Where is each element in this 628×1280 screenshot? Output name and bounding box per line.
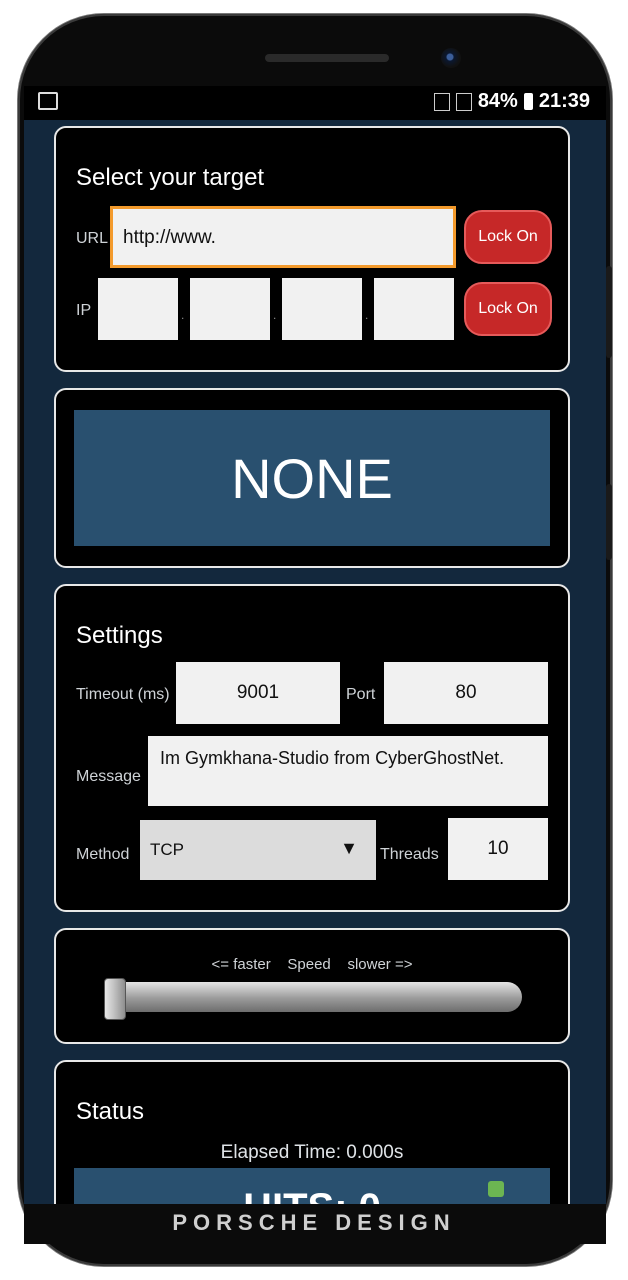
selected-target-display: NONE xyxy=(74,410,550,546)
url-input[interactable]: http://www. xyxy=(110,206,456,268)
hits-display: HITS: 0 xyxy=(74,1168,550,1204)
message-label: Message xyxy=(76,768,141,785)
speed-slider-thumb[interactable] xyxy=(104,978,126,1020)
front-camera-icon xyxy=(441,48,461,68)
lock-on-url-button[interactable]: Lock On xyxy=(464,210,552,264)
dropdown-arrow-icon: ▼ xyxy=(340,838,358,858)
signal-icon xyxy=(433,92,450,111)
port-label: Port xyxy=(346,686,376,703)
settings-title: Settings xyxy=(76,622,163,649)
elapsed-time: Elapsed Time: 0.000s xyxy=(220,1142,404,1163)
ip-octet-1-input[interactable] xyxy=(98,278,178,340)
app-screen: 84% 21:39 Select your target URL http://… xyxy=(24,86,606,1204)
watermark-logo xyxy=(488,1178,578,1200)
battery-percent: 84% xyxy=(477,90,518,112)
speed-label: Speed xyxy=(287,956,331,973)
speed-slower-label: slower => xyxy=(347,956,413,973)
threads-input[interactable]: 10 xyxy=(448,818,548,880)
settings-panel: Settings Timeout (ms) 9001 Port 80 Messa… xyxy=(54,584,570,912)
ip-octet-2-input[interactable] xyxy=(190,278,270,340)
brand-label: PORSCHE DESIGN xyxy=(172,1210,456,1235)
data-signal-icon xyxy=(455,92,472,111)
speed-faster-label: <= faster xyxy=(211,956,271,973)
threads-label: Threads xyxy=(380,846,439,863)
port-input[interactable]: 80 xyxy=(384,662,548,724)
target-title: Select your target xyxy=(76,164,265,191)
ip-separator: . xyxy=(273,308,277,322)
timeout-input[interactable]: 9001 xyxy=(176,662,340,724)
speed-slider-track[interactable] xyxy=(104,982,522,1012)
method-select[interactable]: TCP ▼ xyxy=(140,820,376,880)
ip-label: IP xyxy=(76,302,92,319)
volume-button xyxy=(606,266,612,358)
image-notification-icon xyxy=(38,92,58,110)
clock-time: 21:39 xyxy=(538,90,590,112)
battery-icon xyxy=(523,93,533,110)
power-button xyxy=(606,484,612,560)
method-selected-value: TCP xyxy=(150,840,184,859)
lock-on-ip-button[interactable]: Lock On xyxy=(464,282,552,336)
ip-separator: . xyxy=(181,308,185,322)
ip-octet-4-input[interactable] xyxy=(374,278,454,340)
status-bar: 84% 21:39 xyxy=(24,86,606,120)
android-logo-icon xyxy=(488,1181,504,1197)
earpiece-speaker xyxy=(265,54,389,62)
ip-octet-3-input[interactable] xyxy=(282,278,362,340)
message-input[interactable]: Im Gymkhana-Studio from CyberGhostNet. xyxy=(148,736,548,806)
target-panel: Select your target URL http://www. Lock … xyxy=(54,126,570,372)
method-label: Method xyxy=(76,846,130,863)
speed-caption: <= faster Speed slower => xyxy=(56,956,568,973)
url-label: URL xyxy=(76,230,109,247)
ip-separator: . xyxy=(365,308,369,322)
selected-target-panel: NONE xyxy=(54,388,570,568)
status-title: Status xyxy=(76,1098,145,1125)
speed-panel: <= faster Speed slower => xyxy=(54,928,570,1044)
timeout-label: Timeout (ms) xyxy=(76,686,170,703)
